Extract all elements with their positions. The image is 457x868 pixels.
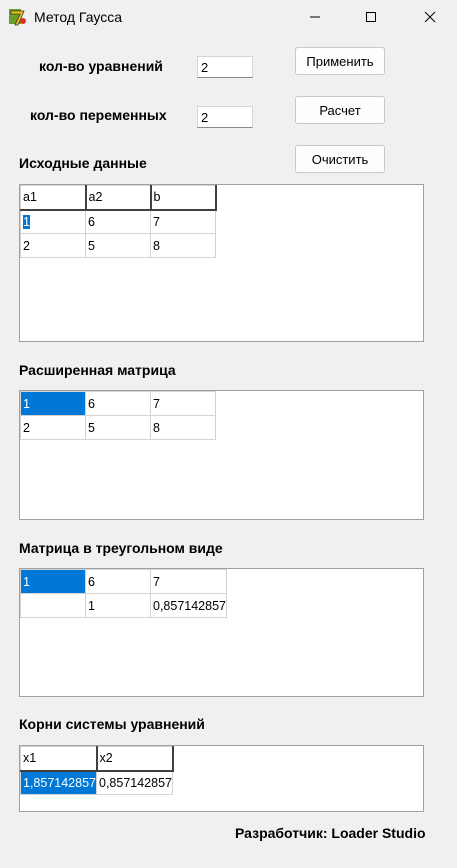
minimize-icon: [310, 16, 320, 18]
grid-cell[interactable]: 0,857142857: [150, 593, 227, 618]
grid-cell[interactable]: 6: [85, 391, 151, 416]
grid-cell[interactable]: 8: [150, 233, 216, 258]
column-header[interactable]: b: [150, 185, 217, 211]
roots-title: Корни системы уравнений: [19, 716, 205, 732]
equations-label: кол-во уравнений: [39, 58, 163, 74]
cell-text: 1: [23, 214, 30, 229]
grid-cell[interactable]: 6: [85, 209, 151, 234]
maximize-icon: [366, 12, 376, 22]
equations-input[interactable]: 2: [197, 56, 253, 78]
close-button[interactable]: [407, 0, 453, 34]
source-data-grid[interactable]: a1 a2 b 1 6 7 2 5 8: [19, 184, 424, 342]
triangular-matrix-title: Матрица в треугольном виде: [19, 540, 223, 556]
close-icon: [424, 11, 436, 23]
column-header[interactable]: x2: [96, 746, 174, 772]
column-header[interactable]: a1: [20, 185, 87, 211]
grid-cell[interactable]: 1: [20, 209, 86, 234]
maximize-button[interactable]: [348, 0, 394, 34]
triangular-matrix-grid[interactable]: 1 6 7 1 0,857142857: [19, 568, 424, 697]
grid-cell[interactable]: 7: [150, 209, 216, 234]
calc-button[interactable]: Расчет: [295, 96, 385, 124]
grid-cell[interactable]: 5: [85, 233, 151, 258]
window-title: Метод Гаусса: [34, 9, 122, 25]
table-row: 1 0,857142857: [20, 593, 227, 618]
table-row: 2 5 8: [20, 233, 216, 258]
clear-button[interactable]: Очистить: [295, 145, 385, 173]
source-data-title: Исходные данные: [19, 155, 147, 171]
minimize-button[interactable]: [292, 0, 338, 34]
table-row: 1,857142857 0,857142857: [20, 770, 173, 795]
roots-grid[interactable]: x1 x2 1,857142857 0,857142857: [19, 745, 424, 812]
grid-cell[interactable]: 1,857142857: [20, 770, 97, 795]
grid-cell[interactable]: [20, 593, 86, 618]
grid-cell[interactable]: 2: [20, 415, 86, 440]
grid-cell[interactable]: 0,857142857: [96, 770, 173, 795]
grid-cell[interactable]: 5: [85, 415, 151, 440]
title-bar: Метод Гаусса: [0, 0, 457, 36]
extended-matrix-title: Расширенная матрица: [19, 362, 176, 378]
grid-header-row: x1 x2: [20, 746, 174, 772]
grid-cell[interactable]: 7: [150, 569, 227, 594]
grid-cell[interactable]: 7: [150, 391, 216, 416]
grid-cell[interactable]: 1: [85, 593, 151, 618]
table-row: 1 6 7: [20, 209, 216, 234]
grid-cell[interactable]: 8: [150, 415, 216, 440]
grid-cell[interactable]: 2: [20, 233, 86, 258]
table-row: 1 6 7: [20, 391, 216, 416]
developer-label: Разработчик: Loader Studio: [235, 825, 426, 841]
grid-cell[interactable]: 1: [20, 569, 86, 594]
grid-header-row: a1 a2 b: [20, 185, 217, 211]
variables-label: кол-во переменных: [30, 107, 167, 123]
table-row: 2 5 8: [20, 415, 216, 440]
table-row: 1 6 7: [20, 569, 227, 594]
extended-matrix-grid[interactable]: 1 6 7 2 5 8: [19, 390, 424, 520]
grid-cell[interactable]: 6: [85, 569, 151, 594]
app-icon: [9, 9, 26, 26]
column-header[interactable]: x1: [20, 746, 98, 772]
apply-button[interactable]: Применить: [295, 47, 385, 75]
variables-input[interactable]: 2: [197, 106, 253, 128]
grid-cell[interactable]: 1: [20, 391, 86, 416]
column-header[interactable]: a2: [85, 185, 152, 211]
